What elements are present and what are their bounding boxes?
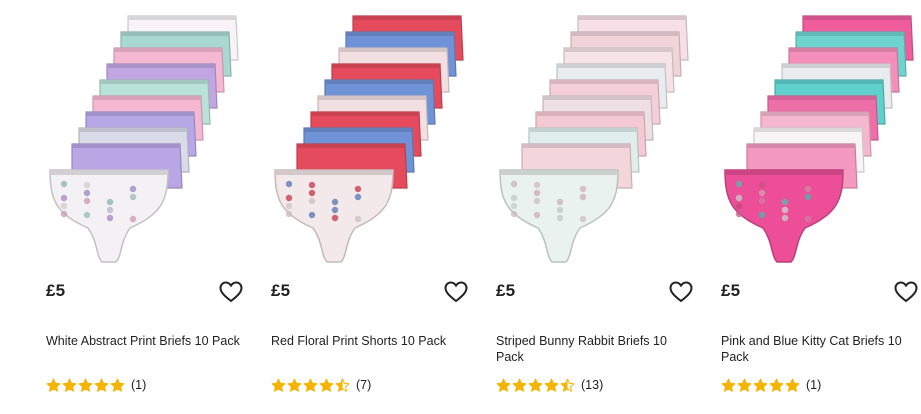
star-rating: [271, 378, 350, 393]
product-photo: [499, 15, 689, 263]
star-icon: [94, 378, 109, 392]
star-icon: [110, 378, 125, 392]
wishlist-heart-icon[interactable]: [894, 281, 918, 303]
star-rating: [46, 378, 125, 393]
product-price: £5: [721, 281, 741, 300]
star-icon: [769, 378, 784, 392]
product-image[interactable]: [271, 10, 471, 268]
review-count[interactable]: (13): [581, 378, 603, 392]
product-rating: (13): [496, 377, 603, 393]
product-photo: [274, 15, 464, 263]
star-icon: [78, 378, 93, 392]
product-card[interactable]: £5 Red Floral Print Shorts 10 Pack (7): [271, 0, 476, 414]
star-icon: [271, 378, 286, 392]
product-title[interactable]: White Abstract Print Briefs 10 Pack: [46, 333, 246, 349]
star-icon: [753, 378, 768, 392]
star-icon: [319, 378, 334, 392]
star-icon: [303, 378, 318, 392]
star-rating: [721, 378, 800, 393]
product-rating: (7): [271, 377, 371, 393]
review-count[interactable]: (1): [131, 378, 146, 392]
product-title[interactable]: Pink and Blue Kitty Cat Briefs 10 Pack: [721, 333, 921, 365]
product-rating: (1): [46, 377, 146, 393]
wishlist-heart-icon[interactable]: [444, 281, 468, 303]
product-image[interactable]: [46, 10, 246, 268]
star-icon: [46, 378, 61, 392]
product-card[interactable]: £5 White Abstract Print Briefs 10 Pack (…: [46, 0, 251, 414]
product-photo: [49, 15, 239, 263]
product-card[interactable]: £5 Pink and Blue Kitty Cat Briefs 10 Pac…: [721, 0, 921, 414]
review-count[interactable]: (1): [806, 378, 821, 392]
product-price: £5: [46, 281, 66, 300]
product-photo: [724, 15, 914, 263]
star-icon: [737, 378, 752, 392]
star-icon: [544, 378, 559, 392]
star-icon: [335, 378, 350, 392]
product-image[interactable]: [721, 10, 921, 268]
star-icon: [496, 378, 511, 392]
star-icon: [785, 378, 800, 392]
star-icon: [512, 378, 527, 392]
product-title[interactable]: Red Floral Print Shorts 10 Pack: [271, 333, 471, 349]
product-title[interactable]: Striped Bunny Rabbit Briefs 10 Pack: [496, 333, 696, 365]
wishlist-heart-icon[interactable]: [669, 281, 693, 303]
product-rating: (1): [721, 377, 821, 393]
star-rating: [496, 378, 575, 393]
wishlist-heart-icon[interactable]: [219, 281, 243, 303]
star-icon: [287, 378, 302, 392]
product-image[interactable]: [496, 10, 696, 268]
review-count[interactable]: (7): [356, 378, 371, 392]
product-price: £5: [496, 281, 516, 300]
star-icon: [62, 378, 77, 392]
star-icon: [528, 378, 543, 392]
product-price: £5: [271, 281, 291, 300]
star-icon: [721, 378, 736, 392]
product-card[interactable]: £5 Striped Bunny Rabbit Briefs 10 Pack (…: [496, 0, 701, 414]
star-icon: [560, 378, 575, 392]
